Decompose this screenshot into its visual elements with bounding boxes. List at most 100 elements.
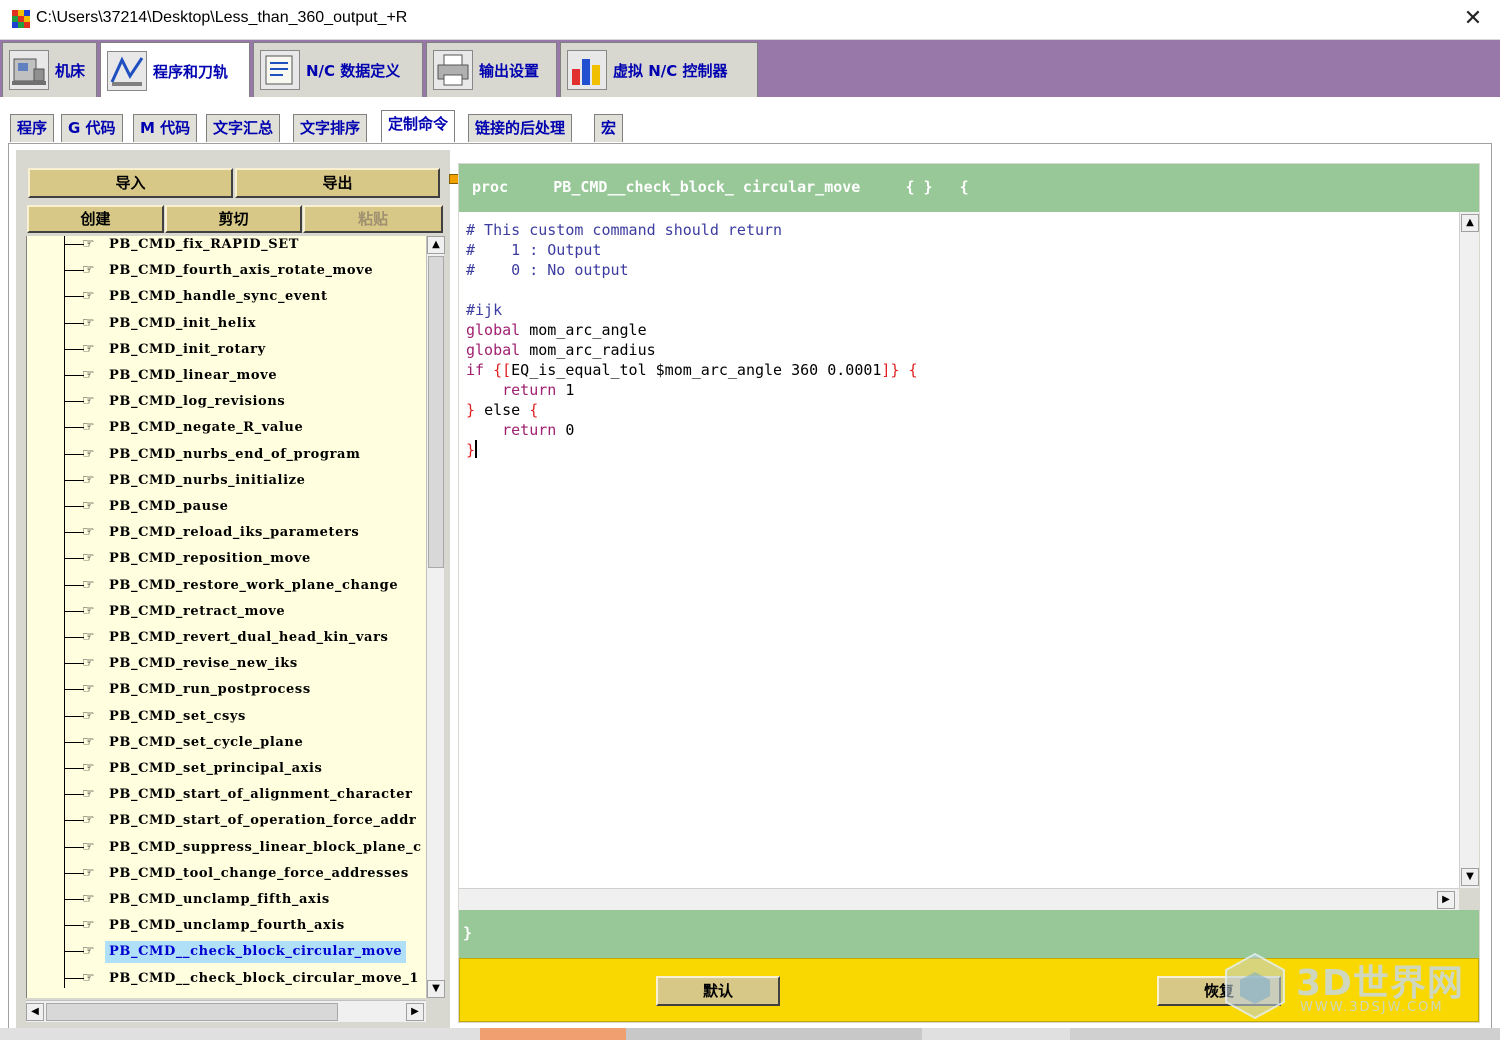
tree-item-label: PB_CMD_revise_new_iks <box>109 656 298 672</box>
subtab-program[interactable]: 程序 <box>10 114 55 142</box>
tree-branch-line <box>64 375 84 376</box>
tree-item[interactable]: ☞ PB_CMD_suppress_linear_block_plane_c <box>27 835 426 861</box>
tree-item-label: PB_CMD_unclamp_fifth_axis <box>109 892 330 907</box>
tree-item[interactable]: ☞ PB_CMD_nurbs_end_of_program <box>27 442 426 468</box>
scroll-up-icon[interactable]: ▲ <box>1461 214 1479 232</box>
code-token: global <box>466 321 530 339</box>
code-token: { <box>529 401 539 419</box>
tab-machine-tool[interactable]: 机床 <box>2 42 97 97</box>
program-path-icon <box>107 51 147 91</box>
scroll-thumb[interactable] <box>428 256 444 568</box>
tree-item-label: PB_CMD_set_cycle_plane <box>109 734 304 750</box>
custom-command-tree[interactable]: ☞ PB_CMD_fix_RAPID_SET ☞ PB_CMD_fourth_axis… <box>26 236 426 998</box>
tree-item[interactable]: ☞ PB_CMD_revise_new_iks <box>27 651 426 677</box>
pointing-hand-icon: ☞ <box>82 891 95 907</box>
tree-item-label: PB_CMD_init_rotary <box>109 341 266 357</box>
tree-branch-line <box>64 584 84 586</box>
tree-item[interactable]: ☞ PB_CMD_negate_R_value <box>27 415 426 441</box>
code-token: else <box>484 401 530 419</box>
scroll-thumb[interactable] <box>46 1003 338 1021</box>
tree-item[interactable]: ☞ PB_CMD_init_rotary <box>27 337 426 363</box>
tree-item[interactable]: ☞ PB_CMD_unclamp_fifth_axis <box>27 887 426 913</box>
editor-horizontal-scrollbar[interactable]: ▶ <box>459 888 1459 910</box>
code-line: #ijk <box>466 300 502 320</box>
close-icon[interactable]: ✕ <box>1460 6 1486 32</box>
code-token: {[ <box>493 361 512 379</box>
tree-branch-line <box>64 663 84 665</box>
code-line: } else { <box>466 400 538 420</box>
export-button[interactable]: 导出 <box>235 168 440 198</box>
pointing-hand-icon: ☞ <box>82 786 95 803</box>
tree-item[interactable]: ☞ PB_CMD_log_revisions <box>27 389 426 415</box>
tree-item-label: PB_CMD_restore_work_plane_change <box>109 577 399 593</box>
pointing-hand-icon: ☞ <box>82 707 95 724</box>
tree-horizontal-scrollbar[interactable]: ◀ ▶ <box>26 1000 426 1022</box>
editor-vertical-scrollbar[interactable]: ▲ ▼ <box>1459 212 1479 888</box>
code-editor[interactable]: # This custom command should return # 1 :… <box>459 212 1459 888</box>
tree-item[interactable]: ☞ PB_CMD_retract_move <box>27 599 426 625</box>
tree-branch-line <box>64 244 84 245</box>
pointing-hand-icon: ☞ <box>82 681 95 698</box>
tree-item[interactable]: ☞ PB_CMD_start_of_alignment_character <box>27 782 426 808</box>
tree-item[interactable]: ☞ PB_CMD__check_block_circular_move_1 <box>27 966 426 992</box>
pointing-hand-icon: ☞ <box>82 498 95 514</box>
subtab-word-summary[interactable]: 文字汇总 <box>206 114 281 142</box>
tree-item[interactable]: ☞ PB_CMD__check_block_circular_move <box>27 939 426 965</box>
tree-item[interactable]: ☞ PB_CMD_fix_RAPID_SET <box>27 236 426 258</box>
tree-branch-line <box>64 348 84 350</box>
tree-item[interactable]: ☞ PB_CMD_reposition_move <box>27 546 426 572</box>
import-button[interactable]: 导入 <box>28 168 233 198</box>
tree-item[interactable]: ☞ PB_CMD_set_csys <box>27 704 426 730</box>
subtab-m-code[interactable]: M 代码 <box>133 114 198 142</box>
scroll-left-icon[interactable]: ◀ <box>26 1003 44 1021</box>
tree-item[interactable]: ☞ PB_CMD_revert_dual_head_kin_vars <box>27 625 426 651</box>
paste-button[interactable]: 粘贴 <box>303 205 443 233</box>
cut-button[interactable]: 剪切 <box>165 205 302 233</box>
tree-item[interactable]: ☞ PB_CMD_linear_move <box>27 363 426 389</box>
tree-item[interactable]: ☞ PB_CMD_nurbs_initialize <box>27 468 426 494</box>
nc-data-icon <box>260 50 300 90</box>
scroll-down-icon[interactable]: ▼ <box>427 980 445 998</box>
pointing-hand-icon: ☞ <box>82 262 95 279</box>
create-button[interactable]: 创建 <box>27 205 164 233</box>
tree-item-label: PB_CMD_handle_sync_event <box>109 289 328 305</box>
tree-item-label: PB_CMD_revert_dual_head_kin_vars <box>109 630 389 645</box>
tree-item[interactable]: ☞ PB_CMD_run_postprocess <box>27 677 426 703</box>
tree-item[interactable]: ☞ PB_CMD_reload_iks_parameters <box>27 520 426 546</box>
tab-program-path[interactable]: 程序和刀轨 <box>100 42 250 99</box>
default-button[interactable]: 默认 <box>656 976 780 1006</box>
tree-item[interactable]: ☞ PB_CMD_set_principal_axis <box>27 756 426 782</box>
subtab-macro[interactable]: 宏 <box>594 114 624 142</box>
tree-vertical-scrollbar[interactable]: ▲ ▼ <box>426 236 445 998</box>
tab-nc-data[interactable]: N/C 数据定义 <box>253 42 423 97</box>
code-token: # 1 : Output <box>466 241 602 259</box>
tree-item[interactable]: ☞ PB_CMD_fourth_axis_rotate_move <box>27 258 426 284</box>
watermark-text: 3D世界网 <box>1296 963 1464 1004</box>
tree-item[interactable]: ☞ PB_CMD_restore_work_plane_change <box>27 573 426 599</box>
subtab-g-code[interactable]: G 代码 <box>61 114 123 142</box>
scroll-right-icon[interactable]: ▶ <box>1437 891 1455 909</box>
code-token: # This custom command should return <box>466 221 783 239</box>
tree-item[interactable]: ☞ PB_CMD_unclamp_fourth_axis <box>27 913 426 939</box>
code-line: return 0 <box>466 420 574 440</box>
tab-virtual-controller[interactable]: 虚拟 N/C 控制器 <box>560 42 758 97</box>
tree-branch-line <box>64 506 84 507</box>
tree-item[interactable]: ☞ PB_CMD_set_cycle_plane <box>27 730 426 756</box>
tree-item[interactable]: ☞ PB_CMD_init_helix <box>27 311 426 337</box>
scroll-right-icon[interactable]: ▶ <box>406 1003 424 1021</box>
tree-branch-line <box>64 558 84 560</box>
tree-item[interactable]: ☞ PB_CMD_handle_sync_event <box>27 284 426 310</box>
tree-item-label: PB_CMD_nurbs_end_of_program <box>109 446 361 462</box>
scroll-up-icon[interactable]: ▲ <box>427 236 445 254</box>
tree-branch-line <box>64 794 84 796</box>
subtab-word-sequence[interactable]: 文字排序 <box>293 114 368 142</box>
tree-item[interactable]: ☞ PB_CMD_tool_change_force_addresses <box>27 861 426 887</box>
tree-branch-line <box>64 925 84 927</box>
subtab-linked-posts[interactable]: 链接的后处理 <box>468 114 573 142</box>
tab-output-settings[interactable]: 输出设置 <box>426 42 557 97</box>
tree-item[interactable]: ☞ PB_CMD_start_of_operation_force_addr <box>27 808 426 834</box>
tab-label: 机床 <box>55 61 86 80</box>
subtab-custom-command[interactable]: 定制命令 <box>381 110 456 142</box>
scroll-down-icon[interactable]: ▼ <box>1461 868 1479 886</box>
tree-item[interactable]: ☞ PB_CMD_pause <box>27 494 426 520</box>
